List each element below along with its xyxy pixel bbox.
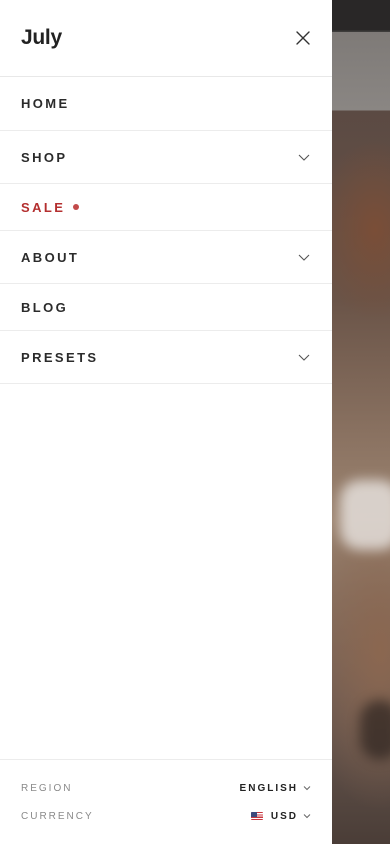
main-nav: HOME SHOP SALE ABOUT BLOG PRESETS [0, 77, 332, 384]
chevron-down-icon [303, 785, 311, 791]
nav-item-about[interactable]: ABOUT [0, 231, 332, 284]
nav-item-presets[interactable]: PRESETS [0, 331, 332, 384]
backdrop-shape [340, 480, 390, 550]
backdrop-shape [360, 700, 390, 760]
us-flag-icon [250, 812, 263, 820]
currency-value: USD [270, 810, 298, 822]
brand-logo[interactable]: July [21, 26, 62, 50]
chevron-down-icon[interactable] [297, 252, 311, 262]
chevron-down-icon[interactable] [297, 152, 311, 162]
nav-item-label: PRESETS [21, 349, 99, 365]
nav-item-blog[interactable]: BLOG [0, 284, 332, 331]
nav-item-label: BLOG [21, 299, 69, 315]
close-menu-button[interactable] [293, 28, 313, 48]
nav-item-label: HOME [21, 96, 70, 111]
drawer-footer: REGION ENGLISH CURRENCY USD [0, 759, 332, 844]
sale-label: SALE [21, 199, 66, 215]
currency-row: CURRENCY USD [21, 802, 311, 830]
currency-label: CURRENCY [21, 810, 94, 822]
drawer-spacer [0, 384, 332, 759]
drawer-header: July [0, 0, 332, 77]
nav-item-label-sale: SALE [21, 199, 80, 215]
region-row: REGION ENGLISH [21, 774, 311, 802]
backdrop-header [332, 0, 390, 32]
nav-item-shop[interactable]: SHOP [0, 131, 332, 184]
region-label: REGION [21, 782, 73, 794]
close-icon [296, 31, 310, 45]
region-value: ENGLISH [239, 782, 298, 794]
nav-item-label: ABOUT [21, 249, 80, 265]
nav-item-sale[interactable]: SALE [0, 184, 332, 231]
sale-indicator-dot [73, 204, 80, 210]
chevron-down-icon[interactable] [297, 352, 311, 362]
chevron-down-icon [303, 813, 311, 819]
nav-item-label: SHOP [21, 149, 68, 165]
region-selector[interactable]: ENGLISH [240, 783, 311, 794]
nav-item-home[interactable]: HOME [0, 77, 332, 131]
menu-drawer: July HOME SHOP SALE ABOUT BLOG PRESETS R… [0, 0, 332, 844]
currency-selector[interactable]: USD [250, 810, 311, 822]
